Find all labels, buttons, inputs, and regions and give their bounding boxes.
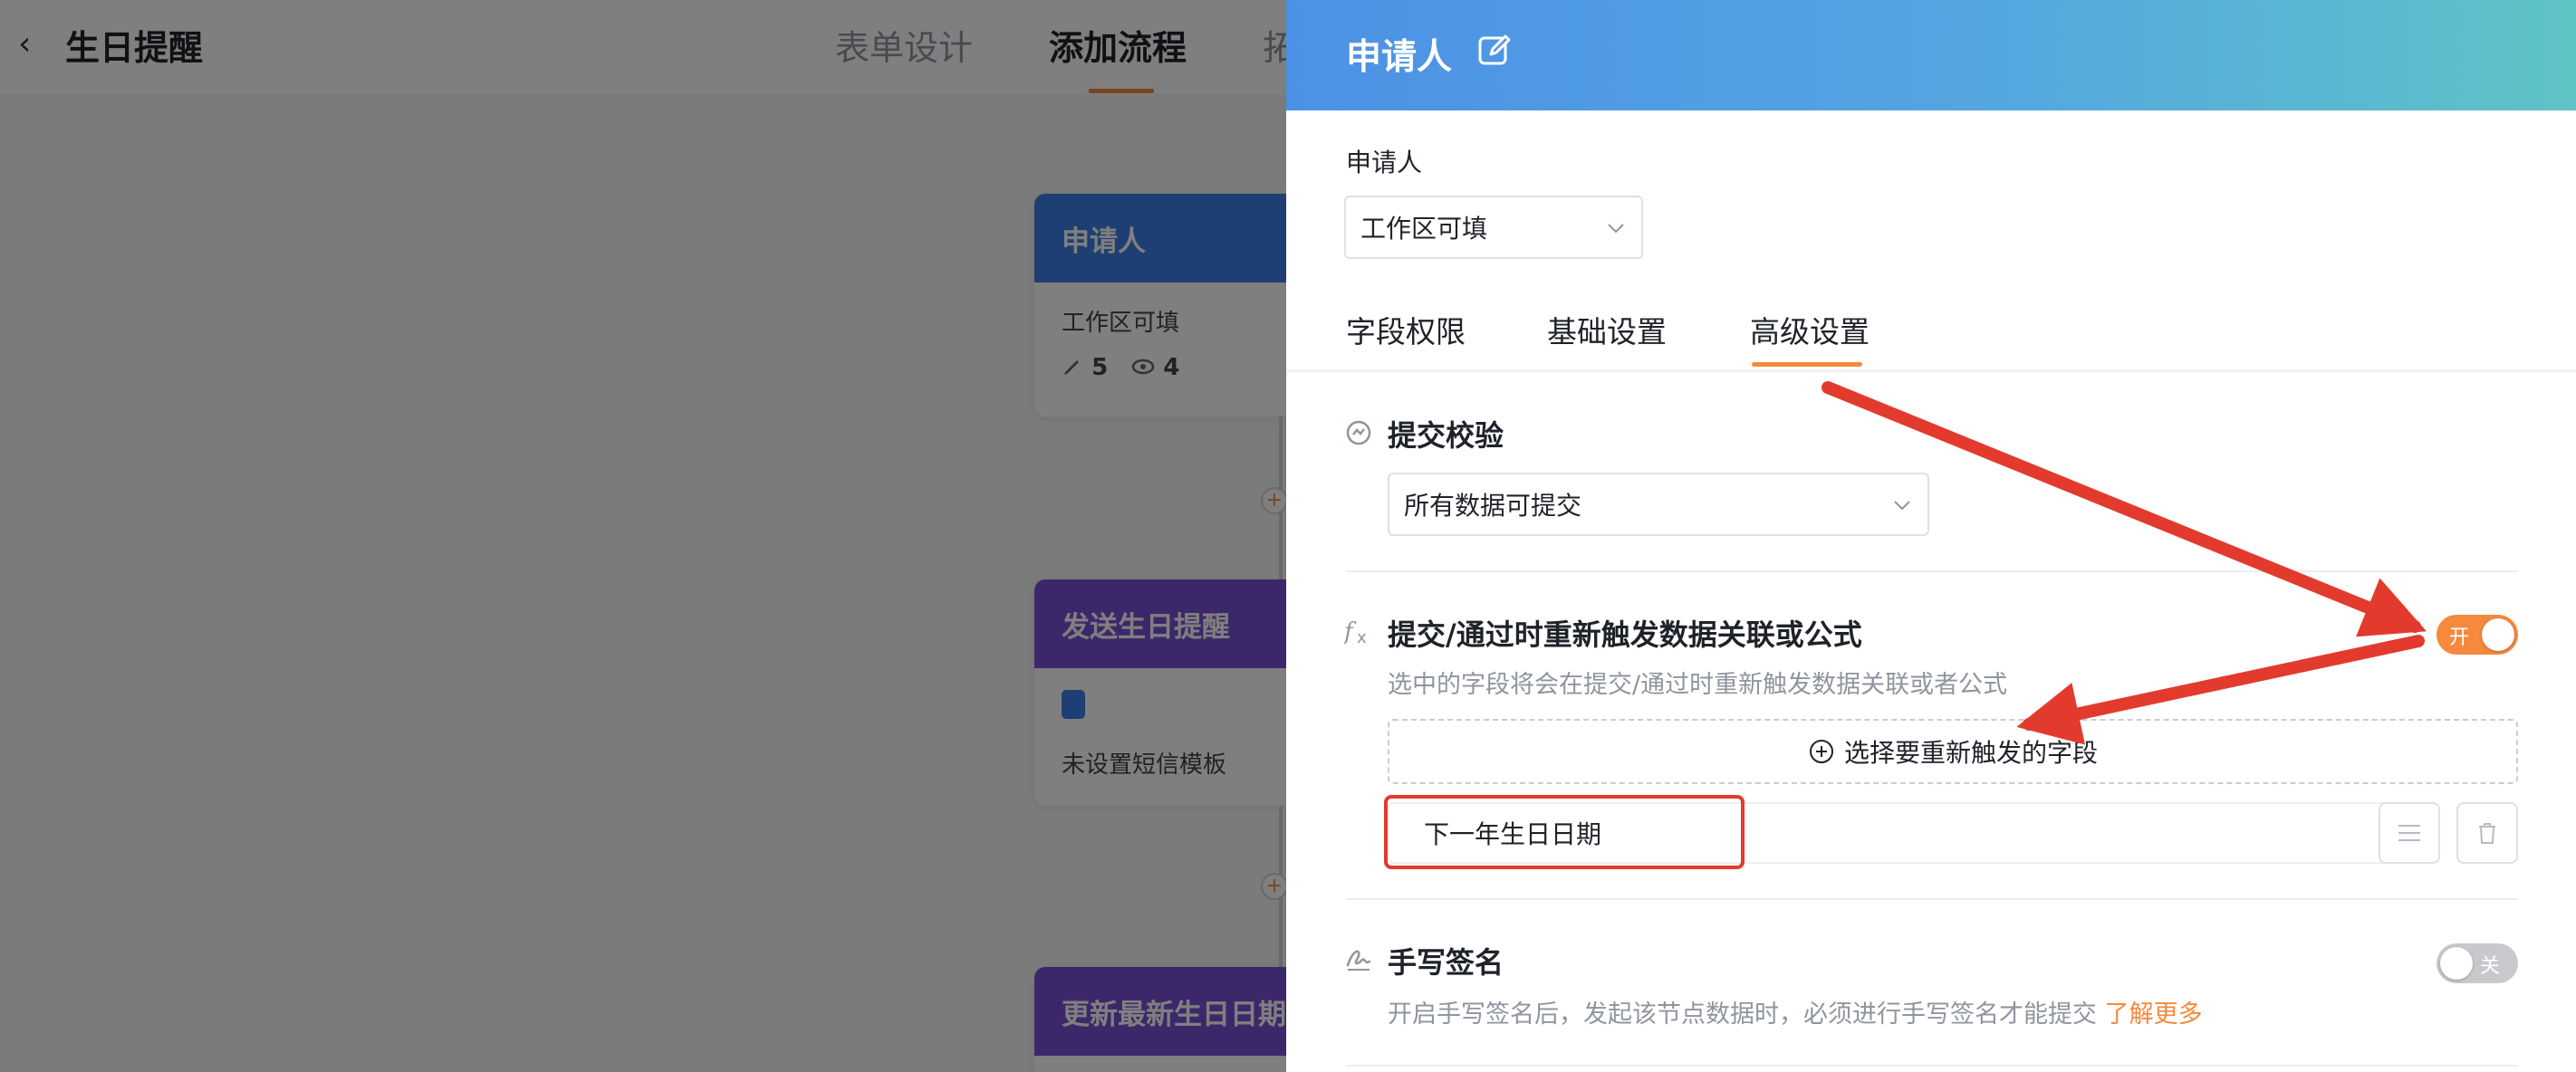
applicant-label: 申请人 bbox=[1346, 148, 1423, 177]
svg-text:x: x bbox=[1357, 628, 1367, 645]
active-tab-indicator bbox=[1752, 362, 1862, 367]
learn-more-link[interactable]: 了解更多 bbox=[2105, 1000, 2203, 1029]
chevron-down-icon bbox=[1608, 224, 1624, 234]
toggle-label: 关 bbox=[2480, 955, 2501, 978]
formula-fx-icon: f x bbox=[1344, 618, 1367, 645]
annotation-highlight-box bbox=[1384, 795, 1745, 869]
tabs-divider bbox=[1286, 369, 2576, 373]
svg-text:f: f bbox=[1344, 618, 1357, 645]
signature-icon bbox=[1346, 950, 1371, 971]
validation-icon bbox=[1346, 420, 1371, 445]
plus-circle-icon bbox=[1809, 740, 1833, 763]
select-retrigger-fields-button[interactable]: 选择要重新触发的字段 bbox=[1388, 719, 2518, 784]
modal-overlay[interactable] bbox=[0, 0, 1286, 1072]
section-divider bbox=[1346, 1065, 2518, 1067]
tab-basic-settings[interactable]: 基础设置 bbox=[1547, 308, 1667, 351]
retrigger-title: 提交/通过时重新触发数据关联或公式 bbox=[1388, 617, 1862, 652]
delete-field-button[interactable] bbox=[2456, 802, 2518, 864]
drag-handle-icon bbox=[2398, 825, 2420, 841]
drag-handle-button[interactable] bbox=[2379, 802, 2440, 864]
retrigger-description: 选中的字段将会在提交/通过时重新触发数据关联或者公式 bbox=[1388, 671, 2008, 699]
signature-toggle[interactable]: 关 bbox=[2437, 943, 2518, 983]
fill-scope-select[interactable]: 工作区可填 bbox=[1344, 196, 1643, 259]
edit-icon[interactable] bbox=[1476, 33, 1513, 69]
section-divider bbox=[1346, 570, 2518, 572]
toggle-knob bbox=[2440, 947, 2473, 980]
signature-description-text: 开启手写签名后，发起该节点数据时，必须进行手写签名才能提交 bbox=[1388, 1000, 2097, 1029]
signature-description: 开启手写签名后，发起该节点数据时，必须进行手写签名才能提交 了解更多 bbox=[1388, 994, 2203, 1029]
select-value: 所有数据可提交 bbox=[1404, 491, 1582, 521]
submit-validation-title: 提交校验 bbox=[1388, 418, 1504, 453]
retrigger-toggle[interactable]: 开 bbox=[2437, 615, 2518, 655]
trash-icon bbox=[2479, 823, 2495, 844]
node-settings-drawer: 申请人 申请人 工作区可填 字段权限 基础设置 高级设置 提交校验 所有数据可提… bbox=[1286, 0, 2576, 1072]
select-value: 工作区可填 bbox=[1360, 214, 1488, 244]
drawer-title: 申请人 bbox=[1346, 37, 1453, 78]
signature-title: 手写签名 bbox=[1388, 945, 1504, 980]
toggle-label: 开 bbox=[2449, 627, 2470, 649]
submit-validation-select[interactable]: 所有数据可提交 bbox=[1388, 473, 1929, 536]
chevron-down-icon bbox=[1894, 501, 1910, 511]
add-field-label: 选择要重新触发的字段 bbox=[1843, 738, 2098, 768]
section-divider bbox=[1346, 898, 2518, 900]
drawer-header: 申请人 bbox=[1286, 0, 2576, 110]
tab-advanced-settings[interactable]: 高级设置 bbox=[1750, 308, 1870, 351]
toggle-knob bbox=[2482, 618, 2514, 651]
tab-field-permissions[interactable]: 字段权限 bbox=[1346, 308, 1466, 351]
